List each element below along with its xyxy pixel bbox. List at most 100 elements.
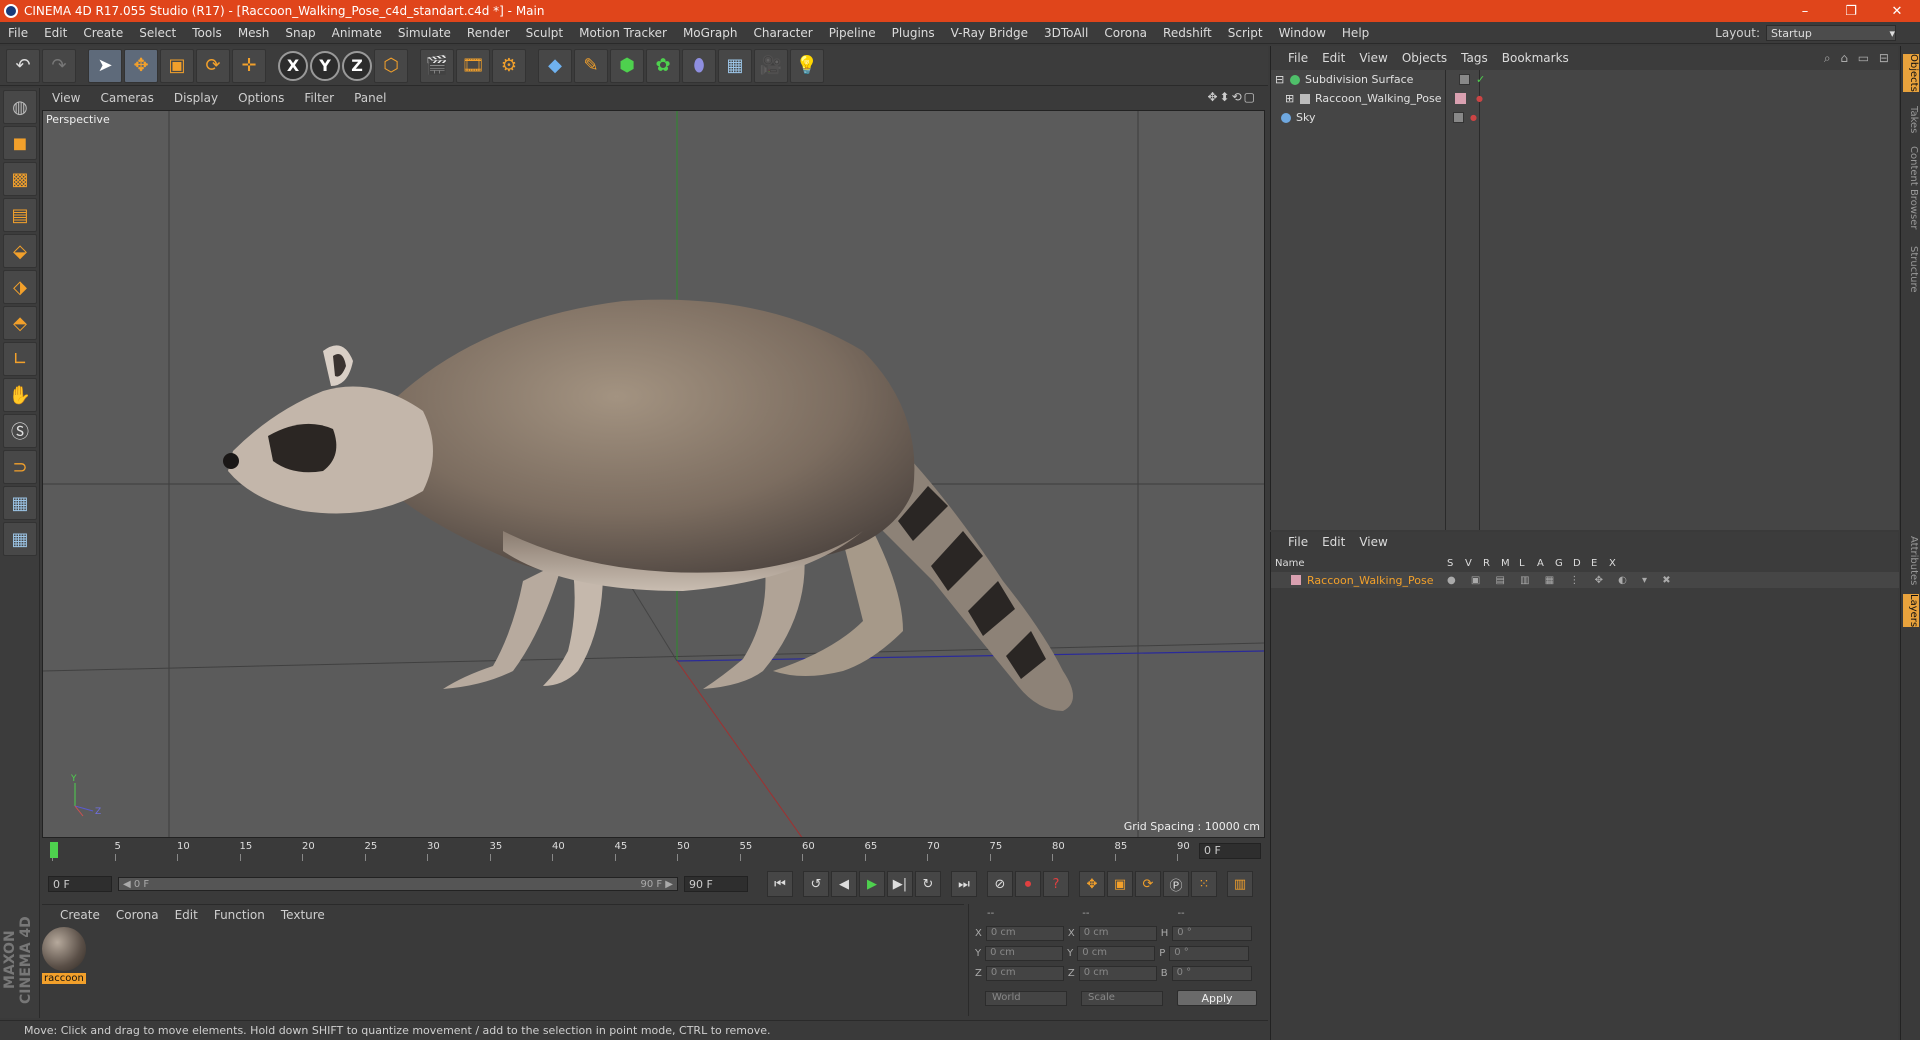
close-button[interactable]: ✕ xyxy=(1874,0,1920,22)
points-mode-icon[interactable]: ⬙ xyxy=(3,234,37,268)
coordinate-system-icon[interactable]: ⬡ xyxy=(374,48,408,83)
cloner-icon[interactable]: ✿ xyxy=(646,48,680,83)
viewport-menu-filter[interactable]: Filter xyxy=(294,91,344,105)
menu-select[interactable]: Select xyxy=(131,26,184,40)
size-x-field[interactable]: 0 cm xyxy=(1078,926,1157,941)
floor-icon[interactable]: ▦ xyxy=(718,48,752,83)
collapse-icon[interactable]: ⊟ xyxy=(1275,73,1285,86)
om-menu-tags[interactable]: Tags xyxy=(1454,51,1495,65)
tab-takes[interactable]: Takes xyxy=(1903,106,1919,133)
om-menu-bookmarks[interactable]: Bookmarks xyxy=(1495,51,1576,65)
render-picture-viewer-icon[interactable]: 🎞 xyxy=(456,48,490,83)
magnet-icon[interactable]: ⊃ xyxy=(3,450,37,484)
om-menu-objects[interactable]: Objects xyxy=(1395,51,1454,65)
minimize-button[interactable]: – xyxy=(1782,0,1828,22)
make-editable-icon[interactable]: ◍ xyxy=(3,90,37,124)
rotation-h-field[interactable]: 0 ° xyxy=(1172,926,1253,941)
current-frame-field[interactable]: 0 F xyxy=(1199,843,1261,859)
menu-snap[interactable]: Snap xyxy=(277,26,323,40)
playhead-marker[interactable] xyxy=(50,842,58,858)
key-parameter-icon[interactable]: Ⓟ xyxy=(1163,871,1189,897)
viewport-navigation-icons[interactable]: ✥⬍⟲▢ xyxy=(1207,90,1257,104)
size-z-field[interactable]: 0 cm xyxy=(1078,966,1157,981)
size-mode-select[interactable]: Scale xyxy=(1081,990,1163,1006)
layer-row[interactable]: Raccoon_Walking_Pose ● ▣ ▤ ▥ ▦ ⋮ ✥ ◐ ▾ ✖ xyxy=(1271,572,1899,588)
record-active-objects-icon[interactable]: ⏺ xyxy=(1015,871,1041,897)
lm-menu-edit[interactable]: Edit xyxy=(1315,535,1352,549)
object-row-raccoon[interactable]: ⊞ Raccoon_Walking_Pose ● xyxy=(1271,89,1899,108)
goto-start-icon[interactable]: ⏮ xyxy=(767,871,793,897)
select-cursor-icon[interactable]: ➤ xyxy=(88,48,122,83)
timeline-window-icon[interactable]: ▥ xyxy=(1227,871,1253,897)
menu-render[interactable]: Render xyxy=(459,26,518,40)
menu-3dtoall[interactable]: 3DToAll xyxy=(1036,26,1096,40)
om-menu-view[interactable]: View xyxy=(1352,51,1394,65)
z-axis-lock-icon[interactable]: Z xyxy=(342,50,372,81)
menu-character[interactable]: Character xyxy=(745,26,820,40)
tab-content-browser[interactable]: Content Browser xyxy=(1903,146,1919,229)
menu-tools[interactable]: Tools xyxy=(184,26,230,40)
menu-corona[interactable]: Corona xyxy=(1096,26,1155,40)
redo-icon[interactable]: ↷ xyxy=(42,48,76,83)
lm-menu-view[interactable]: View xyxy=(1352,535,1394,549)
lm-menu-file[interactable]: File xyxy=(1281,535,1315,549)
snap-icon[interactable]: Ⓢ xyxy=(3,414,37,448)
deformer-icon[interactable]: ⬮ xyxy=(682,48,716,83)
om-menu-file[interactable]: File xyxy=(1281,51,1315,65)
viewport-menu-panel[interactable]: Panel xyxy=(344,91,396,105)
menu-help[interactable]: Help xyxy=(1334,26,1377,40)
subdivision-surface-icon[interactable]: ⬢ xyxy=(610,48,644,83)
layer-color-swatch[interactable] xyxy=(1291,575,1301,585)
menu-create[interactable]: Create xyxy=(75,26,131,40)
lock-workplane-icon[interactable]: ▦ xyxy=(3,486,37,520)
position-y-field[interactable]: 0 cm xyxy=(985,946,1064,961)
coordinate-space-select[interactable]: World xyxy=(985,990,1067,1006)
om-menu-edit[interactable]: Edit xyxy=(1315,51,1352,65)
menu-edit[interactable]: Edit xyxy=(36,26,75,40)
scale-tool-icon[interactable]: ▣ xyxy=(160,48,194,83)
apply-button[interactable]: Apply xyxy=(1177,990,1257,1006)
texture-mode-icon[interactable]: ▩ xyxy=(3,162,37,196)
material-menu-corona[interactable]: Corona xyxy=(108,908,167,922)
material-menu-create[interactable]: Create xyxy=(52,908,108,922)
next-key-icon[interactable]: ↻ xyxy=(915,871,941,897)
workplane-mode-icon[interactable]: ▤ xyxy=(3,198,37,232)
model-mode-icon[interactable]: ◼ xyxy=(3,126,37,160)
key-position-icon[interactable]: ✥ xyxy=(1079,871,1105,897)
tab-attributes[interactable]: Attributes xyxy=(1903,536,1919,585)
material-menu-edit[interactable]: Edit xyxy=(167,908,206,922)
material-name-label[interactable]: raccoon xyxy=(42,973,86,984)
menu-simulate[interactable]: Simulate xyxy=(390,26,459,40)
enabled-check-icon[interactable]: ✓ xyxy=(1476,73,1485,86)
previous-frame-icon[interactable]: ◀ xyxy=(831,871,857,897)
tab-objects[interactable]: Objects xyxy=(1903,54,1919,92)
previous-key-icon[interactable]: ↺ xyxy=(803,871,829,897)
material-menu-texture[interactable]: Texture xyxy=(273,908,333,922)
goto-end-icon[interactable]: ⏭ xyxy=(951,871,977,897)
next-frame-icon[interactable]: ▶| xyxy=(887,871,913,897)
perspective-viewport[interactable]: Perspective Y Z Grid Spacing: 10000 cm xyxy=(42,110,1265,838)
autokeying-icon[interactable]: ? xyxy=(1043,871,1069,897)
expand-icon[interactable]: ⊞ xyxy=(1285,92,1295,105)
undo-icon[interactable]: ↶ xyxy=(6,48,40,83)
timeline-ruler[interactable]: 051015202530354045505560657075808590 0 F xyxy=(42,840,1265,862)
position-z-field[interactable]: 0 cm xyxy=(985,966,1064,981)
menu-script[interactable]: Script xyxy=(1220,26,1271,40)
menu-mograph[interactable]: MoGraph xyxy=(675,26,746,40)
layout-select[interactable]: Startup ▾ xyxy=(1766,25,1896,41)
layer-toggle-icons[interactable]: ● ▣ ▤ ▥ ▦ ⋮ ✥ ◐ ▾ ✖ xyxy=(1447,575,1677,586)
visibility-dots-icon[interactable]: ● xyxy=(1476,94,1483,103)
viewport-menu-view[interactable]: View xyxy=(42,91,90,105)
tweak-mode-icon[interactable]: ✋ xyxy=(3,378,37,412)
position-x-field[interactable]: 0 cm xyxy=(985,926,1064,941)
key-rotation-icon[interactable]: ⟳ xyxy=(1135,871,1161,897)
camera-icon[interactable]: 🎥 xyxy=(754,48,788,83)
menu-animate[interactable]: Animate xyxy=(324,26,390,40)
visibility-dots-icon[interactable]: ● xyxy=(1470,113,1477,122)
menu-vray-bridge[interactable]: V-Ray Bridge xyxy=(943,26,1036,40)
menu-pipeline[interactable]: Pipeline xyxy=(821,26,884,40)
menu-redshift[interactable]: Redshift xyxy=(1155,26,1220,40)
material-menu-function[interactable]: Function xyxy=(206,908,273,922)
tab-layers[interactable]: Layers xyxy=(1903,594,1919,628)
render-settings-icon[interactable]: ⚙ xyxy=(492,48,526,83)
